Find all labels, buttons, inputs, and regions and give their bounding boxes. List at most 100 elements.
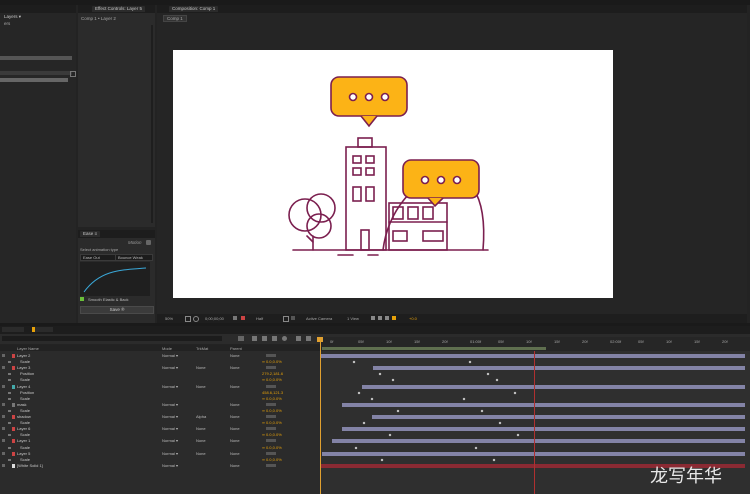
layer-mode-dropdown[interactable]: Normal ▾: [162, 463, 178, 469]
timeline-tab[interactable]: [32, 327, 53, 332]
ease-settings-icon[interactable]: [146, 240, 151, 245]
views-dropdown[interactable]: 1 View: [347, 316, 359, 321]
layer-name[interactable]: Scale: [20, 359, 30, 365]
snapshot-icon[interactable]: [233, 316, 237, 320]
layer-label-color[interactable]: [12, 439, 15, 444]
visibility-eye-icon[interactable]: [2, 402, 5, 406]
mask-icon[interactable]: [193, 316, 199, 322]
composition-tab[interactable]: Composition: Comp 1: [169, 6, 219, 12]
twirl-arrow-icon[interactable]: [8, 373, 11, 376]
property-value[interactable]: ∞ 0.0,0.0%: [262, 457, 282, 463]
layer-mode-dropdown[interactable]: Normal ▾: [162, 402, 178, 408]
parent-dropdown[interactable]: None: [230, 402, 240, 408]
layer-label-color[interactable]: [12, 366, 15, 371]
twirl-arrow-icon[interactable]: [8, 391, 11, 394]
layer-name[interactable]: Position: [20, 371, 34, 377]
layer-name[interactable]: Scale: [20, 420, 30, 426]
twirl-arrow-icon[interactable]: [8, 458, 11, 461]
layer-mode-dropdown[interactable]: Normal ▾: [162, 451, 178, 457]
parent-dropdown[interactable]: None: [230, 426, 240, 432]
layer-label-color[interactable]: [12, 427, 15, 432]
layer-label-color[interactable]: [12, 451, 15, 456]
visibility-eye-icon[interactable]: [2, 366, 5, 370]
timeline-layer-row[interactable]: Layer 5 Normal ▾ None None: [0, 451, 320, 457]
property-value[interactable]: ∞ 0.0,0.0%: [262, 445, 282, 451]
trkmat-dropdown[interactable]: Alpha: [196, 414, 206, 420]
visibility-eye-icon[interactable]: [2, 427, 5, 431]
layer-switches[interactable]: [266, 427, 276, 431]
timeline-property-row[interactable]: Scale ∞ 0.0,0.0%: [0, 457, 320, 463]
timeline-property-row[interactable]: Scale ∞ 0.0,0.0%: [0, 420, 320, 426]
layer-label-color[interactable]: [12, 354, 15, 358]
timeline-property-row[interactable]: Position 279.2,181.6: [0, 371, 320, 377]
twirl-arrow-icon[interactable]: [8, 409, 11, 412]
layer-duration-bar[interactable]: [342, 402, 745, 407]
layer-name[interactable]: Position: [20, 390, 34, 396]
playhead-line[interactable]: [320, 337, 321, 494]
layer-mode-dropdown[interactable]: Normal ▾: [162, 414, 178, 420]
timeline-property-row[interactable]: Scale ∞ 0.0,0.0%: [0, 359, 320, 365]
layer-name[interactable]: Layer 5: [17, 451, 30, 457]
twirl-arrow-icon[interactable]: [8, 361, 11, 364]
work-area-end-marker[interactable]: [534, 351, 535, 494]
layer-name[interactable]: Layer 3: [17, 365, 30, 371]
effect-controls-tab[interactable]: Effect Controls: Layer 5: [92, 6, 145, 12]
timeline-search-field[interactable]: [2, 336, 222, 341]
ease-tab[interactable]: Ease ≡: [80, 231, 101, 237]
visibility-eye-icon[interactable]: [2, 439, 5, 443]
effect-scrollbar[interactable]: [151, 25, 153, 223]
layer-mode-dropdown[interactable]: Normal ▾: [162, 426, 178, 432]
layer-label-color[interactable]: [12, 415, 15, 419]
comp-mini-flowchart-icon[interactable]: [238, 336, 244, 341]
parent-dropdown[interactable]: None: [230, 414, 240, 420]
property-value[interactable]: ∞ 0.0,0.0%: [262, 420, 282, 426]
frame-blend-icon[interactable]: [272, 336, 277, 341]
layer-switches[interactable]: [266, 451, 276, 455]
layer-duration-bar[interactable]: [332, 439, 745, 444]
twirl-arrow-icon[interactable]: [8, 397, 11, 400]
parent-dropdown[interactable]: None: [230, 384, 240, 390]
layer-name[interactable]: Layer 4: [17, 384, 30, 390]
property-value[interactable]: ∞ 0.0,0.0%: [262, 432, 282, 438]
flowchart-icon[interactable]: [385, 316, 389, 320]
layer-name[interactable]: Scale: [20, 408, 30, 414]
timeline-property-row[interactable]: Scale ∞ 0.0,0.0%: [0, 408, 320, 414]
layer-switches[interactable]: [266, 354, 276, 357]
resolution-dropdown[interactable]: Half: [256, 316, 263, 321]
trkmat-dropdown[interactable]: None: [196, 438, 206, 444]
transparency-icon[interactable]: [291, 316, 295, 320]
layer-duration-bar[interactable]: [362, 384, 745, 389]
roi-icon[interactable]: [283, 316, 289, 322]
parent-dropdown[interactable]: None: [230, 365, 240, 371]
timeline-property-row[interactable]: Scale ∞ 0.0,0.0%: [0, 377, 320, 383]
layer-name[interactable]: Scale: [20, 432, 30, 438]
layer-mode-dropdown[interactable]: Normal ▾: [162, 438, 178, 444]
layer-name[interactable]: [White Solid 1]: [17, 463, 43, 469]
layer-name[interactable]: Scale: [20, 445, 30, 451]
timeline-layer-row[interactable]: Layer 4 Normal ▾ None None: [0, 384, 320, 390]
composition-canvas[interactable]: [173, 50, 613, 298]
layer-mode-dropdown[interactable]: Normal ▾: [162, 384, 178, 390]
layer-label-color[interactable]: [12, 463, 15, 468]
timeline-layer-row[interactable]: Layer 2 Normal ▾ None: [0, 353, 320, 359]
render-icon[interactable]: [371, 316, 375, 320]
timeline-layer-row[interactable]: [White Solid 1] Normal ▾ None: [0, 463, 320, 469]
timecode-display[interactable]: 0;00;00;00: [205, 316, 224, 321]
trkmat-dropdown[interactable]: None: [196, 384, 206, 390]
visibility-eye-icon[interactable]: [2, 451, 5, 455]
layer-mode-dropdown[interactable]: Normal ▾: [162, 365, 178, 371]
visibility-eye-icon[interactable]: [2, 384, 5, 388]
keyframe-nav-icon[interactable]: [306, 336, 311, 341]
parent-dropdown[interactable]: None: [230, 463, 240, 469]
draft-3d-icon[interactable]: [252, 336, 257, 341]
layer-duration-bar[interactable]: [320, 354, 745, 358]
work-area-bar[interactable]: [322, 347, 546, 350]
layer-switches[interactable]: [266, 402, 276, 406]
comp-1-subtab[interactable]: Comp 1: [163, 15, 187, 22]
playhead-handle[interactable]: [317, 337, 323, 342]
layer-name[interactable]: Layer 6: [17, 426, 30, 432]
layer-switches[interactable]: [266, 384, 276, 388]
zoom-dropdown[interactable]: 50%: [165, 316, 173, 321]
layer-name[interactable]: Layer 1: [17, 438, 30, 444]
trkmat-dropdown[interactable]: None: [196, 365, 206, 371]
